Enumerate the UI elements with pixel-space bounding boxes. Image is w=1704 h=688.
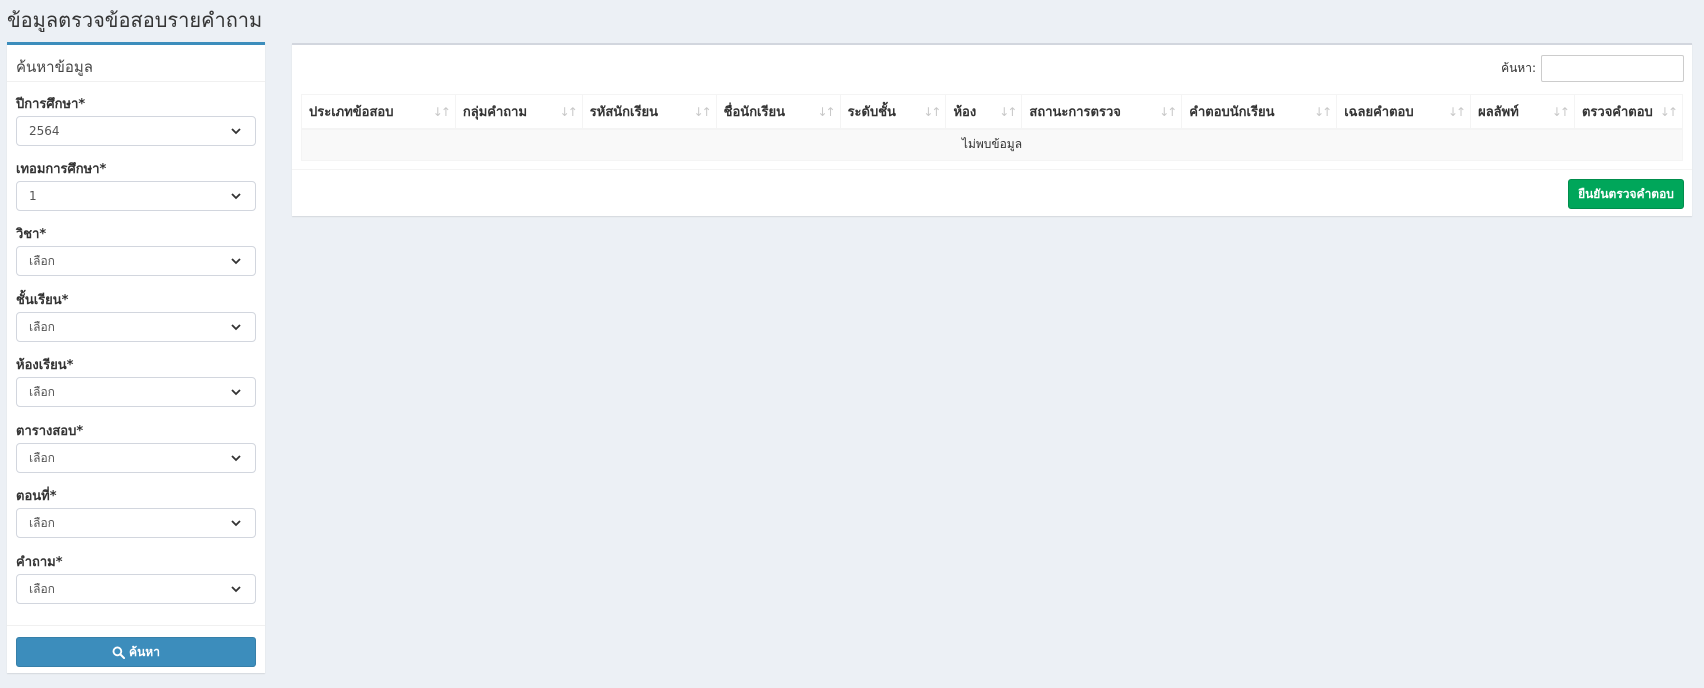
search-button[interactable]: ค้นหา: [16, 637, 256, 667]
filter-classroom: ห้องเรียน* เลือก: [16, 354, 256, 407]
column-label: ชื่อนักเรียน: [723, 104, 785, 120]
results-table: ประเภทข้อสอบ ↓↑ กลุ่มคำถาม ↓↑ รหัสนักเรียน…: [301, 94, 1684, 161]
page-title: ข้อมูลตรวจข้อสอบรายคำถาม: [7, 8, 263, 32]
column-label: ประเภทข้อสอบ: [309, 104, 394, 120]
term-select[interactable]: 1: [16, 181, 256, 211]
subject-select[interactable]: เลือก: [16, 246, 256, 276]
table-row: ไม่พบข้อมูล: [301, 128, 1683, 161]
column-header-student-answer[interactable]: คำตอบนักเรียน ↓↑: [1181, 94, 1338, 130]
filter-grade: ชั้นเรียน* เลือก: [16, 289, 256, 342]
column-label: ผลลัพท์: [1478, 104, 1519, 120]
table-header-row: ประเภทข้อสอบ ↓↑ กลุ่มคำถาม ↓↑ รหัสนักเรียน…: [301, 94, 1684, 130]
confirm-check-button[interactable]: ยืนยันตรวจคำตอบ: [1568, 179, 1684, 209]
column-header-student-name[interactable]: ชื่อนักเรียน ↓↑: [715, 94, 841, 130]
sort-icon: ↓↑: [1551, 105, 1570, 119]
column-header-room[interactable]: ห้อง ↓↑: [945, 94, 1023, 130]
results-panel: ค้นหา: ประเภทข้อสอบ ↓↑ กลุ่มคำถาม ↓↑ รหัสน…: [292, 43, 1692, 216]
question-select[interactable]: เลือก: [16, 574, 256, 604]
column-header-check-status[interactable]: สถานะการตรวจ ↓↑: [1021, 94, 1183, 130]
empty-message: ไม่พบข้อมูล: [301, 128, 1683, 161]
column-header-exam-type[interactable]: ประเภทข้อสอบ ↓↑: [301, 94, 456, 130]
filter-question: คำถาม* เลือก: [16, 551, 256, 604]
footer-divider: [292, 169, 1692, 170]
column-label: รหัสนักเรียน: [589, 104, 658, 120]
filter-subject: วิชา* เลือก: [16, 223, 256, 276]
column-label: ตรวจคำตอบ: [1581, 104, 1653, 120]
column-header-result[interactable]: ผลลัพท์ ↓↑: [1470, 94, 1575, 130]
filter-academic-year: ปีการศึกษา* 2564: [16, 93, 256, 146]
chevron-down-icon: [231, 324, 241, 331]
column-header-check-answer[interactable]: ตรวจคำตอบ ↓↑: [1573, 94, 1684, 130]
filter-section: ตอนที่* เลือก: [16, 485, 256, 538]
select-value: เลือก: [29, 319, 55, 334]
select-value: เลือก: [29, 384, 55, 399]
chevron-down-icon: [231, 455, 241, 462]
sort-icon: ↓↑: [693, 105, 712, 119]
search-icon: [112, 646, 126, 659]
filter-label: เทอมการศึกษา*: [16, 162, 107, 177]
column-label: เฉลยคำตอบ: [1344, 104, 1414, 120]
column-header-grade-level[interactable]: ระดับชั้น ↓↑: [839, 94, 947, 130]
chevron-down-icon: [231, 193, 241, 200]
column-label: สถานะการตรวจ: [1029, 104, 1121, 120]
select-value: เลือก: [29, 515, 55, 530]
select-value: 2564: [29, 124, 60, 138]
column-header-question-group[interactable]: กลุ่มคำถาม ↓↑: [454, 94, 583, 130]
filter-label: ตารางสอบ*: [16, 424, 84, 439]
chevron-down-icon: [231, 258, 241, 265]
academic-year-select[interactable]: 2564: [16, 116, 256, 146]
chevron-down-icon: [231, 520, 241, 527]
sort-icon: ↓↑: [1447, 105, 1466, 119]
sort-icon: ↓↑: [1659, 105, 1678, 119]
sort-icon: ↓↑: [1314, 105, 1332, 119]
filter-label: ชั้นเรียน*: [16, 293, 69, 308]
column-label: ระดับชั้น: [847, 104, 896, 120]
column-label: คำตอบนักเรียน: [1189, 104, 1275, 120]
filter-label: ตอนที่*: [16, 489, 57, 504]
chevron-down-icon: [231, 128, 241, 135]
filter-label: ปีการศึกษา*: [16, 97, 86, 112]
grade-select[interactable]: เลือก: [16, 312, 256, 342]
select-value: 1: [29, 189, 37, 203]
table-search: ค้นหา:: [1501, 55, 1684, 82]
sort-icon: ↓↑: [999, 105, 1017, 119]
column-label: กลุ่มคำถาม: [462, 104, 528, 120]
table-search-label: ค้นหา:: [1501, 61, 1536, 75]
filter-panel: ค้นหาข้อมูล ปีการศึกษา* 2564 เทอมการศึกษ…: [7, 42, 265, 673]
sort-icon: ↓↑: [432, 105, 451, 119]
chevron-down-icon: [231, 586, 241, 593]
exam-schedule-select[interactable]: เลือก: [16, 443, 256, 473]
filter-term: เทอมการศึกษา* 1: [16, 158, 256, 211]
section-select[interactable]: เลือก: [16, 508, 256, 538]
chevron-down-icon: [231, 389, 241, 396]
column-header-answer-key[interactable]: เฉลยคำตอบ ↓↑: [1336, 94, 1472, 130]
filter-panel-title: ค้นหาข้อมูล: [7, 45, 265, 82]
column-header-student-id[interactable]: รหัสนักเรียน ↓↑: [581, 94, 717, 130]
filter-label: คำถาม*: [16, 555, 63, 570]
search-button-label: ค้นหา: [129, 644, 160, 659]
select-value: เลือก: [29, 581, 55, 596]
column-label: ห้อง: [953, 104, 977, 120]
panel-divider: [7, 625, 265, 626]
select-value: เลือก: [29, 450, 55, 465]
filter-exam-schedule: ตารางสอบ* เลือก: [16, 420, 256, 473]
table-search-input[interactable]: [1541, 55, 1684, 82]
filter-label: ห้องเรียน*: [16, 358, 74, 373]
sort-icon: ↓↑: [923, 105, 941, 119]
sort-icon: ↓↑: [559, 105, 578, 119]
select-value: เลือก: [29, 253, 55, 268]
sort-icon: ↓↑: [817, 105, 835, 119]
filter-label: วิชา*: [16, 227, 47, 242]
sort-icon: ↓↑: [1159, 105, 1177, 119]
classroom-select[interactable]: เลือก: [16, 377, 256, 407]
